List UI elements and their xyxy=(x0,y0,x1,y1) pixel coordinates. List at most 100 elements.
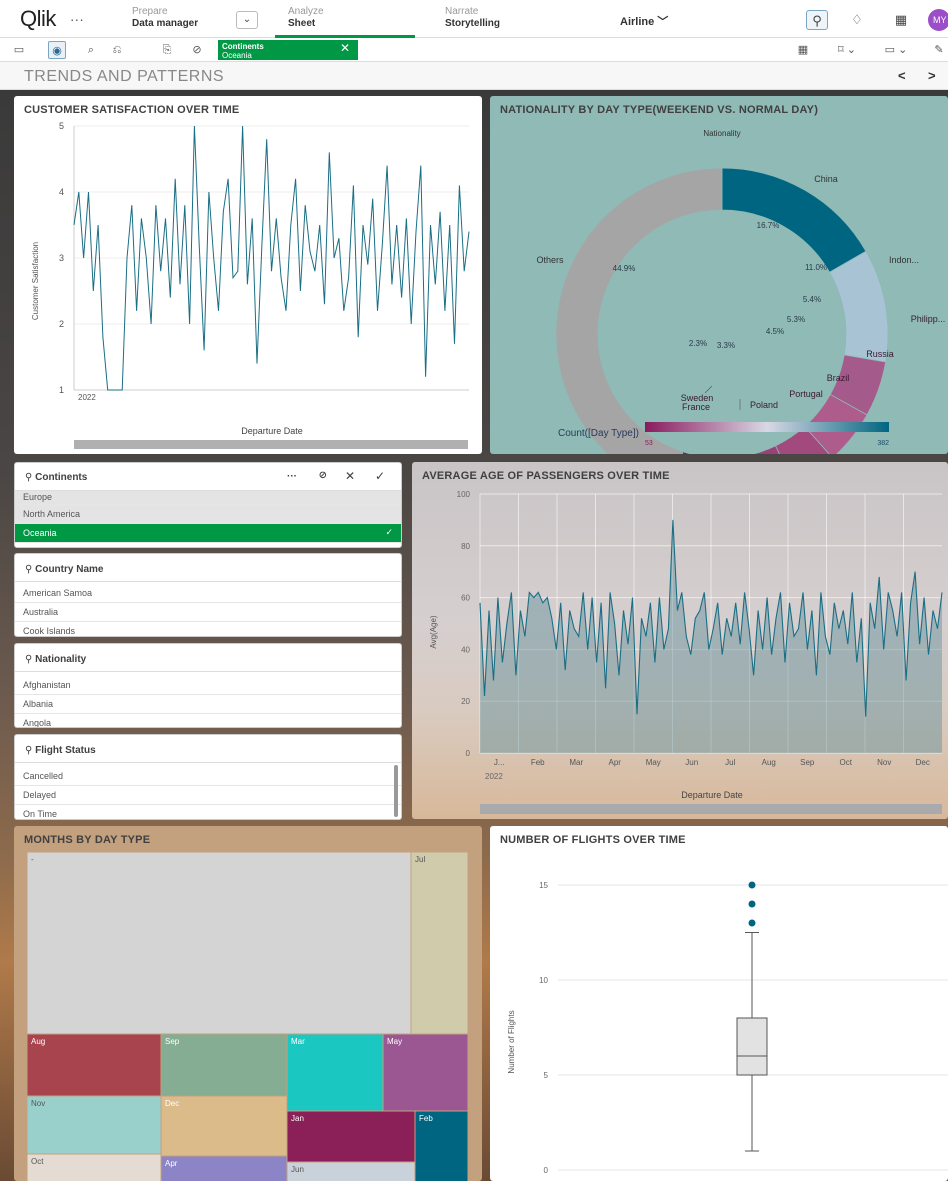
treemap-cell[interactable] xyxy=(26,1033,162,1097)
treemap-label: Apr xyxy=(165,1159,178,1168)
confirm-check-icon[interactable]: ✓ xyxy=(375,469,385,483)
x-tick-label: Mar xyxy=(569,758,583,767)
check-icon: ✓ xyxy=(385,527,393,537)
selection-pill[interactable]: Continents Oceania ✕ xyxy=(218,40,358,60)
treemap-cell[interactable] xyxy=(160,1155,288,1181)
list-item[interactable]: Afghanistan xyxy=(15,676,401,695)
select-back-icon[interactable]: ⎌ xyxy=(108,41,126,59)
clear-selection-icon[interactable]: ⊘ xyxy=(319,470,327,481)
treemap-cell[interactable] xyxy=(26,1095,162,1155)
percent-label: 3.3% xyxy=(717,341,735,350)
avatar[interactable]: MY xyxy=(928,9,948,31)
percent-label: 16.7% xyxy=(757,221,780,230)
y-tick-label: 15 xyxy=(539,881,548,890)
treemap-cell[interactable] xyxy=(26,1153,162,1181)
bookmark-icon[interactable]: ⌑ ⌄ xyxy=(832,41,862,59)
donut-slice[interactable] xyxy=(721,167,867,273)
select-forward-icon[interactable]: ⎘ xyxy=(158,41,176,59)
chevron-down-icon: ﹀ xyxy=(657,16,669,28)
slice-label: Poland xyxy=(750,400,778,410)
list-item[interactable]: Cancelled xyxy=(15,767,401,786)
y-tick-label: 5 xyxy=(544,1071,549,1080)
list-item[interactable]: Albania xyxy=(15,695,401,714)
nationality-chart-panel[interactable]: NATIONALITY BY DAY TYPE(WEEKEND VS. NORM… xyxy=(490,96,948,454)
sidebar-toggle-icon[interactable]: ▭ xyxy=(10,41,28,59)
donut-slice[interactable] xyxy=(828,250,889,363)
bell-icon[interactable]: ♢ xyxy=(846,10,868,30)
outlier-point[interactable] xyxy=(748,881,756,889)
x-axis-label: Departure Date xyxy=(241,426,303,436)
treemap-cell[interactable] xyxy=(410,851,469,1035)
list-item[interactable]: Australia xyxy=(15,603,401,622)
present-icon[interactable]: ▭ ⌄ xyxy=(876,41,916,59)
slice-label: Russia xyxy=(866,349,894,359)
flight-status-listbox[interactable]: ⚲ Flight Status Cancelled Delayed On Tim… xyxy=(14,734,402,820)
color-legend-title: Count([Day Type]) xyxy=(558,428,639,439)
list-item[interactable]: Delayed xyxy=(15,786,401,805)
listbox-header: ⚲ Continents ··· ⊘ ✕ ✓ xyxy=(15,463,401,491)
top-bar: Qlik ··· Prepare Data manager ⌄ Analyze … xyxy=(0,0,948,38)
search-icon[interactable]: ⚲ xyxy=(806,10,828,30)
treemap-cell[interactable] xyxy=(286,1161,416,1181)
slice-label: Others xyxy=(536,255,564,265)
satisfaction-chart: 1 2 3 4 5 Customer Satisfaction 2022 Departu… xyxy=(31,121,470,449)
average-age-chart-panel[interactable]: AVERAGE AGE OF PASSENGERS OVER TIME 0 20 4… xyxy=(412,462,948,819)
scrollbar[interactable] xyxy=(394,765,398,817)
list-item[interactable]: Angola xyxy=(15,714,401,727)
insights-eye-icon[interactable]: ◉ xyxy=(48,41,66,59)
scrollbar[interactable] xyxy=(480,804,942,814)
treemap-cell[interactable] xyxy=(160,1033,288,1097)
nationality-listbox[interactable]: ⚲ Nationality Afghanistan Albania Angola xyxy=(14,643,402,728)
smart-search-icon[interactable]: ⌕ xyxy=(82,41,100,59)
list-item[interactable]: Europe xyxy=(15,491,401,505)
outlier-point[interactable] xyxy=(748,900,756,908)
months-treemap-panel[interactable]: MONTHS BY DAY TYPE - Jul Aug Sep Mar May Nov De… xyxy=(14,826,482,1181)
continents-listbox[interactable]: ⚲ Continents ··· ⊘ ✕ ✓ Europe North Amer… xyxy=(14,462,402,548)
qlik-logo[interactable]: Qlik xyxy=(20,6,56,32)
more-options-icon[interactable]: ··· xyxy=(287,471,297,482)
list-item[interactable]: North America xyxy=(15,505,401,524)
app-name-dropdown[interactable]: Airline ﹀ xyxy=(620,13,668,29)
apps-grid-icon[interactable]: ▦ xyxy=(890,10,912,30)
flights-boxplot-panel[interactable]: NUMBER OF FLIGHTS OVER TIME 0 5 10 15 Numbe… xyxy=(490,826,948,1181)
treemap-cell[interactable] xyxy=(286,1110,416,1163)
treemap-cell[interactable] xyxy=(26,851,412,1035)
x-tick-label: Sep xyxy=(800,758,815,767)
y-axis-label: Avg(Age) xyxy=(429,615,438,649)
x-tick-label: Aug xyxy=(762,758,776,767)
close-icon[interactable]: ✕ xyxy=(340,42,350,54)
slice-label: Portugal xyxy=(789,389,823,399)
edit-pencil-icon[interactable]: ✎ xyxy=(930,41,948,59)
cancel-icon[interactable]: ✕ xyxy=(345,469,355,483)
x-tick-label: 2022 xyxy=(78,393,96,402)
chevron-left-icon[interactable]: < xyxy=(898,68,906,83)
list-item-selected[interactable]: Oceania ✓ xyxy=(15,524,401,543)
more-menu-button[interactable]: ··· xyxy=(70,11,84,27)
treemap-label: Sep xyxy=(165,1037,180,1046)
y-tick-label: 1 xyxy=(59,385,64,395)
nav-narrate[interactable]: Narrate Storytelling xyxy=(445,6,500,30)
treemap-label: - xyxy=(31,855,34,864)
outlier-point[interactable] xyxy=(748,919,756,927)
scrollbar[interactable] xyxy=(74,440,468,449)
nav-prepare[interactable]: Prepare Data manager xyxy=(132,6,198,30)
list-item[interactable]: Cook Islands xyxy=(15,622,401,636)
color-legend-max: 382 xyxy=(877,440,889,447)
country-name-listbox[interactable]: ⚲ Country Name American Samoa Australia … xyxy=(14,553,402,637)
sheets-grid-icon[interactable]: ▦ xyxy=(794,41,812,59)
satisfaction-chart-panel[interactable]: CUSTOMER SATISFACTION OVER TIME 12345 Cu… xyxy=(14,96,482,454)
treemap-cell[interactable] xyxy=(160,1095,288,1157)
chevron-down-icon[interactable]: ⌄ xyxy=(236,11,258,29)
list-item[interactable]: On Time xyxy=(15,805,401,819)
chevron-right-icon[interactable]: > xyxy=(928,68,936,83)
nav-analyze[interactable]: Analyze Sheet xyxy=(288,6,324,30)
percent-label: 2.3% xyxy=(689,339,707,348)
listbox-header: ⚲ Flight Status xyxy=(15,735,401,763)
clear-selections-icon[interactable]: ⊘ xyxy=(188,41,206,59)
nationality-donut-chart: Nationality China Indon... Philipp... Russi… xyxy=(536,129,945,454)
list-item[interactable]: American Samoa xyxy=(15,584,401,603)
y-tick-label: 4 xyxy=(59,187,64,197)
average-age-chart: 0 20 40 60 80 100 J... Feb Mar Apr May Jun Jul Aug Se… xyxy=(429,490,943,814)
box-iqr[interactable] xyxy=(736,1017,768,1076)
y-tick-label: 60 xyxy=(461,594,470,603)
